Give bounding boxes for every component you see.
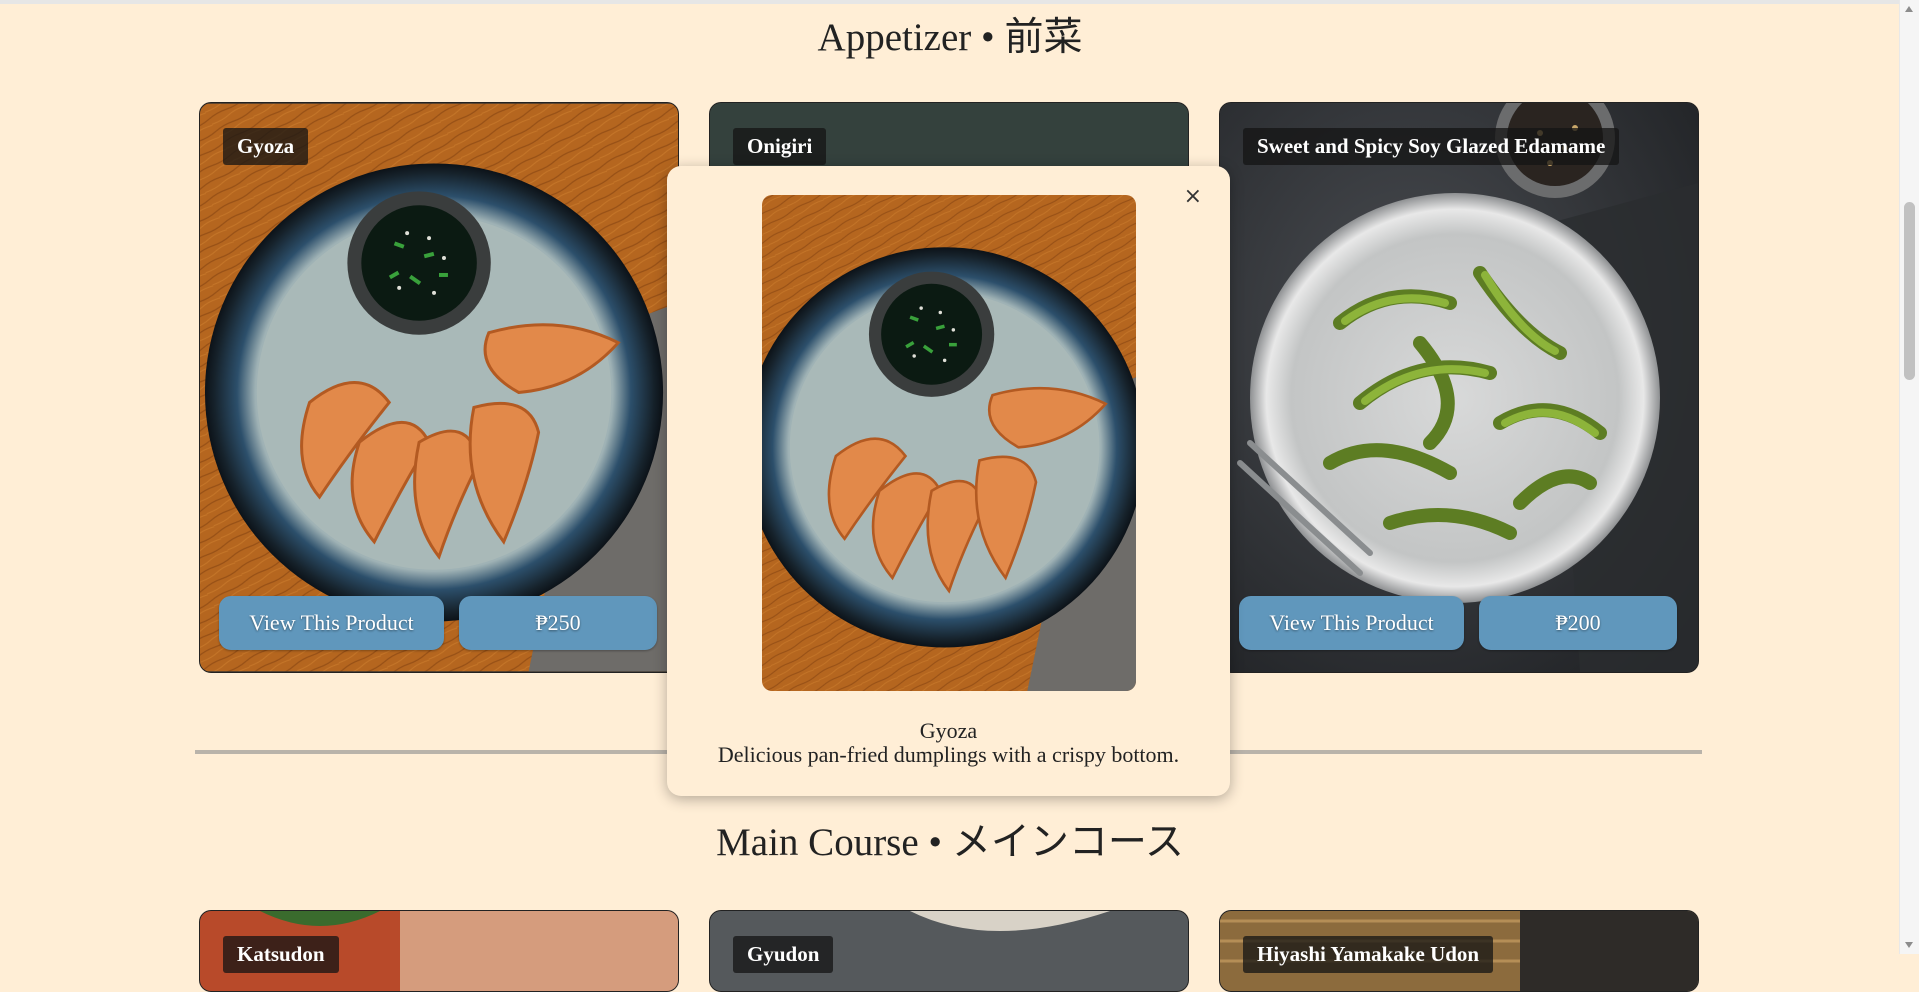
- section-title-main-course: Main Course • メインコース: [716, 821, 1184, 864]
- modal-product-image: [762, 195, 1136, 691]
- modal-product-description: Delicious pan-fried dumplings with a cri…: [717, 742, 1180, 767]
- close-icon[interactable]: ×: [1184, 184, 1202, 209]
- product-card-edamame: Sweet and Spicy Soy Glazed Edamame View …: [1219, 102, 1699, 673]
- modal-product-name: Gyoza: [919, 718, 978, 743]
- product-name-label: Sweet and Spicy Soy Glazed Edamame: [1243, 128, 1620, 165]
- scroll-down-icon[interactable]: [1905, 942, 1913, 948]
- product-name-label: Onigiri: [733, 128, 827, 165]
- section-title-appetizer: Appetizer • 前菜: [817, 16, 1083, 59]
- product-name-label: Gyudon: [733, 936, 834, 973]
- edamame-image: [1220, 103, 1698, 672]
- product-card-gyudon: Gyudon: [709, 910, 1189, 992]
- view-product-button[interactable]: View This Product: [219, 596, 444, 650]
- view-product-button[interactable]: View This Product: [1239, 596, 1464, 650]
- price-button[interactable]: ₱250: [459, 596, 657, 650]
- product-card-gyoza: Gyoza View This Product ₱250: [199, 102, 679, 673]
- scroll-thumb[interactable]: [1904, 202, 1915, 380]
- top-border: [0, 0, 1900, 4]
- product-card-hiyashi-udon: Hiyashi Yamakake Udon: [1219, 910, 1699, 992]
- product-name-label: Hiyashi Yamakake Udon: [1243, 936, 1494, 973]
- price-button[interactable]: ₱200: [1479, 596, 1677, 650]
- product-name-label: Gyoza: [223, 128, 309, 165]
- product-modal: × Gyoza Delicious pan-fried dumplings wi…: [667, 166, 1230, 796]
- product-card-katsudon: Katsudon: [199, 910, 679, 992]
- scroll-up-icon[interactable]: [1905, 6, 1913, 12]
- gyoza-image: [200, 103, 678, 672]
- page-scrollbar[interactable]: [1899, 0, 1919, 954]
- product-name-label: Katsudon: [223, 936, 339, 973]
